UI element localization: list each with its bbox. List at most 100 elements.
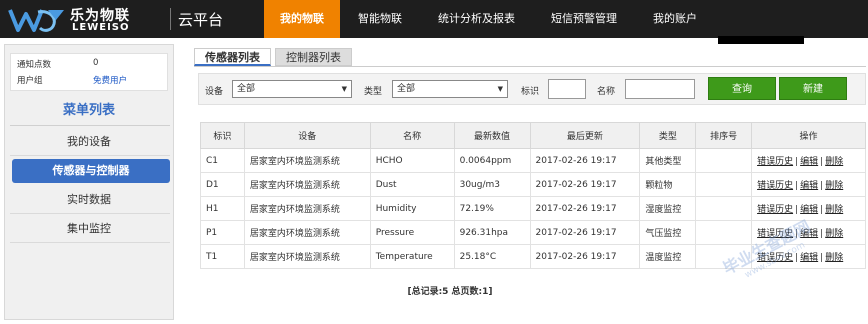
- logo[interactable]: 乐为物联 LEWEISO: [8, 4, 168, 34]
- header-divider: [170, 8, 171, 30]
- op-separator: |: [820, 157, 824, 167]
- account-info-box: 通知点数 0 用户组 免费用户: [10, 53, 168, 91]
- sidebar-item-central-monitor[interactable]: 集中监控: [5, 216, 173, 242]
- type-select[interactable]: 全部 ▼: [392, 80, 508, 98]
- sidebar-item-realtime-data[interactable]: 实时数据: [5, 187, 173, 213]
- cell-type: 湿度监控: [639, 196, 697, 221]
- table-row: D1 居家室内环境监测系统 Dust 30ug/m3 2017-02-26 19…: [200, 172, 866, 197]
- op-separator: |: [820, 205, 824, 215]
- cell-tag: T1: [200, 244, 245, 269]
- cell-value: 25.18°C: [453, 244, 531, 269]
- op-separator: |: [820, 181, 824, 191]
- tab-sensor-list[interactable]: 传感器列表: [194, 48, 271, 66]
- cell-updated: 2017-02-26 19:17: [529, 244, 641, 269]
- nav-statistics-reports[interactable]: 统计分析及报表: [420, 0, 533, 38]
- nav-my-account[interactable]: 我的账户: [635, 0, 715, 38]
- col-header-operations: 操作: [751, 122, 866, 149]
- delete-link[interactable]: 删除: [825, 157, 843, 167]
- group-label: 用户组: [17, 76, 43, 86]
- leweiso-logo-icon: [8, 9, 64, 32]
- cell-value: 30ug/m3: [453, 172, 531, 197]
- name-input[interactable]: [625, 79, 695, 99]
- group-value-link[interactable]: 免费用户: [93, 74, 127, 86]
- query-button[interactable]: 查询: [708, 77, 776, 100]
- platform-title: 云平台: [178, 11, 224, 29]
- edit-link[interactable]: 编辑: [800, 157, 818, 167]
- col-header-latest-value[interactable]: 最新数值: [453, 122, 531, 149]
- error-history-link[interactable]: 错误历史: [757, 205, 793, 215]
- cell-name: HCHO: [369, 148, 455, 173]
- cell-updated: 2017-02-26 19:17: [529, 172, 641, 197]
- new-button[interactable]: 新建: [779, 77, 847, 100]
- delete-link[interactable]: 删除: [825, 253, 843, 263]
- pagination-summary: [总记录:5 总页数:1]: [407, 287, 493, 297]
- op-separator: |: [820, 253, 824, 263]
- redaction-bar: [718, 36, 804, 44]
- error-history-link[interactable]: 错误历史: [757, 181, 793, 191]
- cell-updated: 2017-02-26 19:17: [529, 220, 641, 245]
- cell-device: 居家室内环境监测系统: [243, 244, 371, 269]
- top-bar: 乐为物联 LEWEISO 云平台 我的物联 智能物联 统计分析及报表 短信预警管…: [0, 0, 868, 38]
- table-header-row: 标识 设备 名称 最新数值 最后更新 类型 排序号 操作: [200, 122, 866, 149]
- cell-operations: 错误历史 | 编辑 | 删除: [751, 196, 866, 221]
- tab-controller-list[interactable]: 控制器列表: [275, 48, 352, 66]
- menu-divider: [10, 242, 170, 243]
- tag-input[interactable]: [548, 79, 586, 99]
- menu-divider: [10, 155, 170, 156]
- op-separator: |: [795, 181, 799, 191]
- cell-order: [695, 148, 753, 173]
- delete-link[interactable]: 删除: [825, 205, 843, 215]
- notify-row: 通知点数 0: [17, 58, 98, 70]
- edit-link[interactable]: 编辑: [800, 181, 818, 191]
- cell-name: Temperature: [369, 244, 455, 269]
- col-header-order[interactable]: 排序号: [695, 122, 753, 149]
- edit-link[interactable]: 编辑: [800, 253, 818, 263]
- menu-divider: [10, 213, 170, 214]
- col-header-type[interactable]: 类型: [639, 122, 697, 149]
- sidebar-item-sensors-controllers[interactable]: 传感器与控制器: [12, 159, 170, 183]
- col-header-tag[interactable]: 标识: [200, 122, 245, 149]
- device-select-value: 全部: [237, 84, 256, 94]
- delete-link[interactable]: 删除: [825, 181, 843, 191]
- cell-tag: H1: [200, 196, 245, 221]
- type-select-value: 全部: [397, 84, 416, 94]
- notify-label: 通知点数: [17, 60, 52, 70]
- tag-filter-label: 标识: [521, 87, 540, 97]
- cell-order: [695, 220, 753, 245]
- dropdown-arrow-icon: ▼: [341, 85, 347, 93]
- device-filter-label: 设备: [205, 87, 224, 97]
- cell-tag: C1: [200, 148, 245, 173]
- col-header-device[interactable]: 设备: [243, 122, 371, 149]
- cell-device: 居家室内环境监测系统: [243, 172, 371, 197]
- table-row: H1 居家室内环境监测系统 Humidity 72.19% 2017-02-26…: [200, 196, 866, 221]
- filter-bar: 设备 全部 ▼ 类型 全部 ▼ 标识 名称 查询 新建: [198, 73, 866, 105]
- menu-title: 菜单列表: [62, 103, 115, 118]
- col-header-name[interactable]: 名称: [369, 122, 455, 149]
- tab-underline: [194, 66, 866, 67]
- notify-value: 0: [93, 58, 99, 68]
- delete-link[interactable]: 删除: [825, 229, 843, 239]
- nav-smart-iot[interactable]: 智能物联: [340, 0, 420, 38]
- cell-value: 0.0064ppm: [453, 148, 531, 173]
- device-select[interactable]: 全部 ▼: [232, 80, 352, 98]
- cell-updated: 2017-02-26 19:17: [529, 148, 641, 173]
- sidebar-item-my-devices[interactable]: 我的设备: [5, 129, 173, 155]
- cell-device: 居家室内环境监测系统: [243, 220, 371, 245]
- op-separator: |: [795, 205, 799, 215]
- cell-type: 气压监控: [639, 220, 697, 245]
- group-row: 用户组 免费用户: [17, 74, 127, 86]
- op-separator: |: [795, 157, 799, 167]
- cell-name: Humidity: [369, 196, 455, 221]
- main-nav: 我的物联 智能物联 统计分析及报表 短信预警管理 我的账户: [264, 0, 715, 38]
- nav-my-iot[interactable]: 我的物联: [264, 0, 340, 38]
- table-row: C1 居家室内环境监测系统 HCHO 0.0064ppm 2017-02-26 …: [200, 148, 866, 173]
- nav-sms-alerts[interactable]: 短信预警管理: [533, 0, 635, 38]
- cell-type: 温度监控: [639, 244, 697, 269]
- cell-value: 72.19%: [453, 196, 531, 221]
- col-header-last-updated[interactable]: 最后更新: [529, 122, 641, 149]
- op-separator: |: [820, 229, 824, 239]
- error-history-link[interactable]: 错误历史: [757, 157, 793, 167]
- logo-text-en: LEWEISO: [72, 22, 130, 33]
- cell-type: 其他类型: [639, 148, 697, 173]
- cell-tag: P1: [200, 220, 245, 245]
